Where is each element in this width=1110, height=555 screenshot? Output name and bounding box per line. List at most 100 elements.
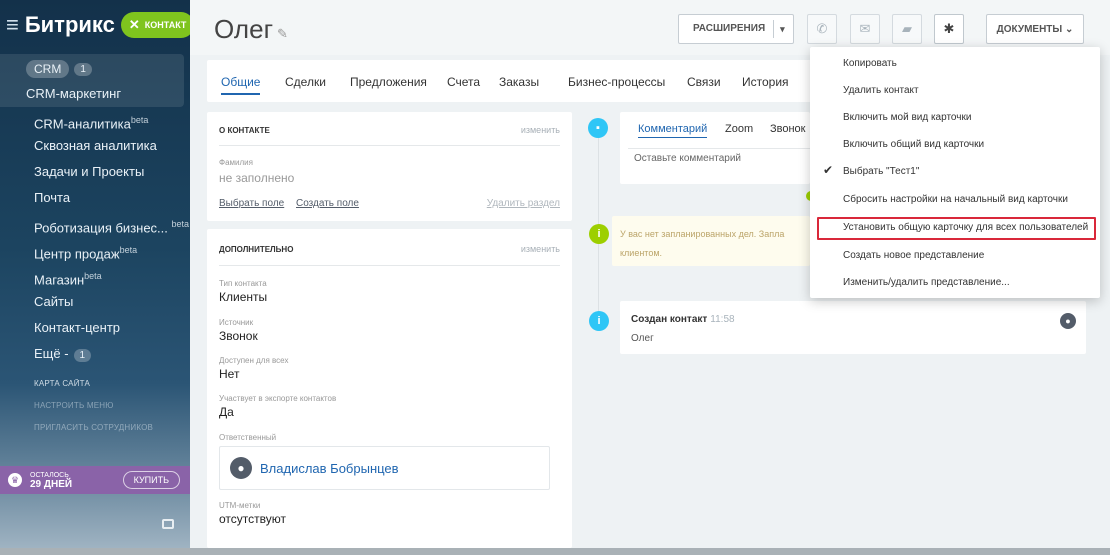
contact-pill-label: КОНТАКТ <box>144 20 187 30</box>
field-label: Источник <box>219 318 254 327</box>
responsible-label: Ответственный <box>219 433 277 442</box>
sidebar-item-automation[interactable]: Роботизация бизнес... beta <box>0 211 190 237</box>
field-label: Участвует в экспорте контактов <box>219 394 337 403</box>
create-field-link[interactable]: Создать поле <box>296 198 359 209</box>
sidebar-item-analytics[interactable]: Сквозная аналитика <box>0 133 190 159</box>
sidebar-item-label: Роботизация бизнес... <box>34 220 168 236</box>
sidebar-item-sales-center[interactable]: Центр продажbeta <box>0 237 190 263</box>
menu-item-copy[interactable]: Копировать <box>843 58 897 69</box>
divider <box>219 145 560 146</box>
chevron-down-icon: ⌄ <box>1065 23 1074 35</box>
event-title-row: Создан контакт 11:58 <box>631 314 735 325</box>
avatar[interactable]: ● <box>1060 313 1076 329</box>
printer-icon[interactable] <box>162 519 174 529</box>
documents-label: ДОКУМЕНТЫ <box>996 23 1063 35</box>
comment-editor: Комментарий Zoom Звонок Оставьте коммент… <box>620 112 810 184</box>
field-value[interactable]: Клиенты <box>219 290 267 304</box>
bottom-bar <box>0 548 1110 555</box>
menu-item-common-view[interactable]: Включить общий вид карточки <box>843 139 984 150</box>
contact-name: Олег <box>214 14 274 44</box>
select-field-link[interactable]: Выбрать поле <box>219 198 284 209</box>
tab-call[interactable]: Звонок <box>770 123 806 135</box>
sidebar-item-label: Центр продаж <box>34 246 120 262</box>
buy-button[interactable]: КУПИТЬ <box>122 471 180 489</box>
menu-item-create-view[interactable]: Создать новое представление <box>843 250 984 261</box>
crm-chip[interactable]: CRM <box>26 60 70 78</box>
field-label: Тип контакта <box>219 279 267 288</box>
tab-history[interactable]: История <box>742 75 789 89</box>
chat-icon[interactable]: ▰ <box>892 14 922 44</box>
sidebar-item-more[interactable]: Ещё - 1 <box>0 341 190 367</box>
about-card: О КОНТАКТЕ изменить Фамилия не заполнено… <box>207 112 572 221</box>
beta-tag: beta <box>84 271 102 281</box>
beta-tag: beta <box>130 115 149 125</box>
utm-field: UTM-метки отсутствуют <box>219 501 286 526</box>
more-count-badge: 1 <box>73 349 92 362</box>
crown-icon: ♛ <box>8 473 22 487</box>
sidebar-item-mail[interactable]: Почта <box>0 185 190 211</box>
comment-input[interactable]: Оставьте комментарий <box>634 153 741 164</box>
close-icon[interactable]: ✕ <box>129 17 140 33</box>
mail-icon[interactable]: ✉ <box>850 14 880 44</box>
documents-button[interactable]: ДОКУМЕНТЫ ⌄ <box>986 14 1084 44</box>
menu-item-set-common[interactable]: Установить общую карточку для всех польз… <box>843 222 1088 233</box>
tab-deals[interactable]: Сделки <box>285 75 326 89</box>
extra-card: ДОПОЛНИТЕЛЬНО изменить Тип контакта Клие… <box>207 229 572 548</box>
extensions-button[interactable]: РАСШИРЕНИЯ ▾ <box>678 14 794 44</box>
event-body[interactable]: Олег <box>631 333 654 344</box>
phone-icon[interactable]: ✆ <box>807 14 837 44</box>
sidebar-item-label: CRM-аналитика <box>34 116 131 132</box>
surname-value[interactable]: не заполнено <box>219 171 294 185</box>
tab-offers[interactable]: Предложения <box>350 75 427 89</box>
event-card: Создан контакт 11:58 Олег ● <box>620 301 1086 354</box>
sidebar-item-label: Ещё - <box>34 346 69 361</box>
tab-business-processes[interactable]: Бизнес-процессы <box>568 75 665 89</box>
responsible-box[interactable]: ● Владислав Бобрынцев <box>219 446 550 490</box>
menu-item-reset[interactable]: Сбросить настройки на начальный вид карт… <box>843 194 1068 205</box>
pencil-icon[interactable]: ✎ <box>277 26 288 41</box>
tab-general[interactable]: Общие <box>221 75 261 95</box>
field-value[interactable]: Да <box>219 405 336 419</box>
field-value[interactable]: Нет <box>219 367 288 381</box>
divider <box>628 148 810 149</box>
menu-item-my-view[interactable]: Включить мой вид карточки <box>843 112 971 123</box>
tab-invoices[interactable]: Счета <box>447 75 480 89</box>
avatar: ● <box>230 457 252 479</box>
trial-left-label: ОСТАЛОСЬ <box>30 472 69 479</box>
sidebar-invite-link[interactable]: ПРИГЛАСИТЬ СОТРУДНИКОВ <box>0 417 190 439</box>
tab-zoom[interactable]: Zoom <box>725 123 753 135</box>
brand-row: ≡ Битрикс ✕ КОНТАКТ <box>0 0 195 50</box>
extra-edit-link[interactable]: изменить <box>521 244 560 254</box>
contact-pill[interactable]: ✕ КОНТАКТ <box>120 12 195 38</box>
event-title[interactable]: Создан контакт <box>631 314 707 325</box>
sidebar-sitemap-link[interactable]: КАРТА САЙТА <box>0 373 190 395</box>
sidebar-item-shop[interactable]: Магазинbeta <box>0 263 190 289</box>
trial-text: ОСТАЛОСЬ 29 ДНЕЙ <box>30 471 72 490</box>
extra-heading: ДОПОЛНИТЕЛЬНО <box>219 245 294 254</box>
responsible-label-wrap: Ответственный <box>219 433 276 442</box>
responsible-name[interactable]: Владислав Бобрынцев <box>260 461 399 476</box>
sidebar-item-crm-analytics[interactable]: CRM-аналитикаbeta <box>0 107 190 133</box>
tabs-bar: Общие Сделки Предложения Счета Заказы Би… <box>207 60 812 102</box>
field-value[interactable]: Звонок <box>219 329 258 343</box>
menu-item-edit-view[interactable]: Изменить/удалить представление... <box>843 277 1010 288</box>
sidebar-item-tasks[interactable]: Задачи и Проекты <box>0 159 190 185</box>
delete-section-link[interactable]: Удалить раздел <box>487 198 560 209</box>
settings-dropdown-menu: Копировать Удалить контакт Включить мой … <box>810 47 1100 298</box>
sidebar-item-crm[interactable]: CRM 1 CRM-маркетинг <box>0 54 184 107</box>
menu-item-delete[interactable]: Удалить контакт <box>843 85 919 96</box>
about-edit-link[interactable]: изменить <box>521 125 560 135</box>
gear-icon[interactable]: ✱ <box>934 14 964 44</box>
chevron-down-icon[interactable]: ▾ <box>774 24 785 35</box>
source-field: Источник Звонок <box>219 318 258 343</box>
brand-logo[interactable]: Битрикс <box>25 12 115 38</box>
sidebar-item-contact-center[interactable]: Контакт-центр <box>0 315 190 341</box>
menu-item-select-test1[interactable]: Выбрать "Тест1" <box>843 166 919 177</box>
sidebar-item-crm-marketing[interactable]: CRM-маркетинг <box>26 86 184 101</box>
tab-links[interactable]: Связи <box>687 75 721 89</box>
menu-icon[interactable]: ≡ <box>6 12 19 38</box>
tab-comment[interactable]: Комментарий <box>638 123 708 138</box>
sidebar-settings-link[interactable]: НАСТРОИТЬ МЕНЮ <box>0 395 190 417</box>
tab-orders[interactable]: Заказы <box>499 75 539 89</box>
sidebar-item-sites[interactable]: Сайты <box>0 289 190 315</box>
